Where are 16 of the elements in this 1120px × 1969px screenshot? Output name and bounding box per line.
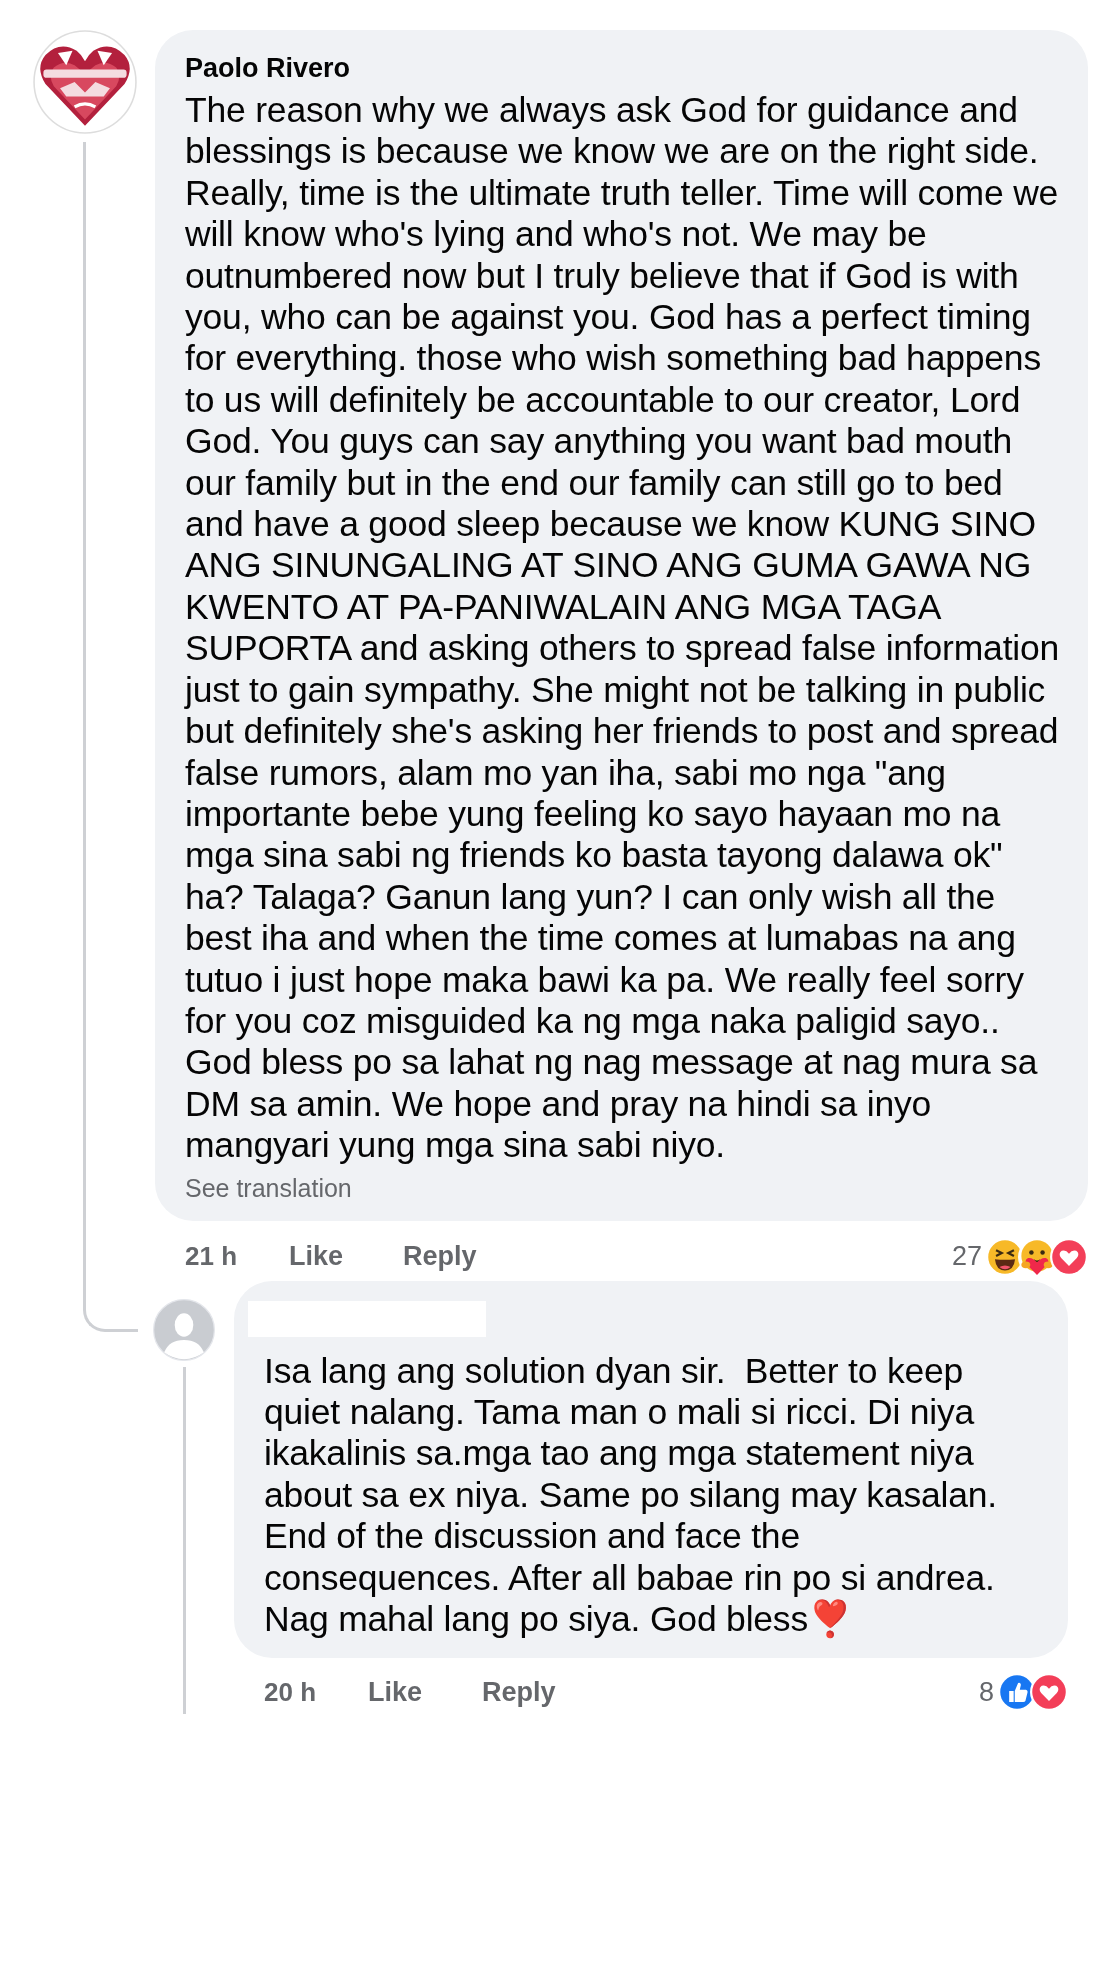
reaction-count[interactable]: 8 [978,1676,994,1708]
like-button[interactable]: Like [368,1676,423,1708]
heart-icon [1050,1237,1088,1276]
timestamp: 20 h [264,1676,317,1708]
author-name[interactable]: Paolo Rivero [185,50,1060,86]
reply-button[interactable]: Reply [403,1241,477,1273]
like-button[interactable]: Like [289,1241,344,1273]
comment-text: Isa lang ang solution dyan sir. Better to keep quiet nalang. Tama man o mali si ricci. Di niya ikakalinis sa.mga tao ang mga statement niya about sa ex niya. Same po silang may kasalan. End of the discussion and face the consequences. After all babae rin po si andrea. Nag mahal lang po siya. God bless❣ [264,1350,998,1641]
see-translation-link[interactable]: See translation [185,1172,352,1203]
comment-text: The reason why we always ask God for guidance and blessings is because we know we are on the right side. Really, time is the ultimate truth teller. Time will come we will know who's lying and who's not. We may be outnumbered now but I truly believe that if God is with you, who can be against you. God has a perfect timing for everything. those who wish something bad happens to us will definitely be accountable to our creator, Lord God. You guys can say anything you want bad mouth our family but in the end our family can still go to bed and have a good sleep because we know KUNG SINO ANG SINUNGALING AT SINO ANG GUMA GAWA NG KWENTO AT PA-PANIWALAIN ANG MGA TAGA SUPORTA and asking others to spread false information just to gain sympathy. She might not be talking in public but definitely she's asking her friends to post and spread false rumors, alam mo yan iha, sabi mo nga "ang importante bebe yung feeling ko sayo hayaan mo na mga sina sabi ng friends ko basta tayong dalawa ok" ha? Talaga? Ganun lang yun? I can only wish all the best iha and when the time comes at lumabas na ang tutuo i just hope maka bawi ka pa. We really feel sorry for you coz misguided ka ng mga naka paligid sayo.. [185,90,1060,1043]
reply-button[interactable]: Reply [482,1676,556,1708]
timestamp: 21 h [185,1241,238,1273]
comment-text: God bless po sa lahat ng nag message at nag mura sa DM sa amin. We hope and pray na hindi sa inyo mangyari yung mga sina sabi niyo. [185,1042,1039,1167]
heart-icon [1030,1673,1068,1712]
reaction-count[interactable]: 27 [951,1241,982,1273]
hugging-face-icon [1018,1237,1056,1276]
